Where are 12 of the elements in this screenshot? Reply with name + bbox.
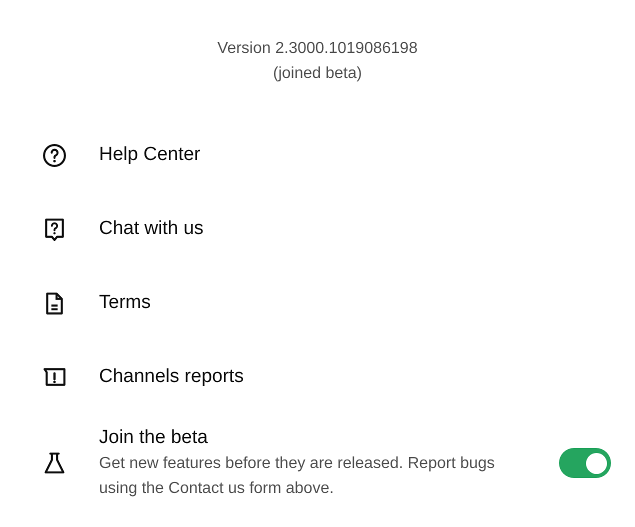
question-icon [42, 142, 67, 168]
menu-item[interactable]: Chat with us [0, 212, 635, 246]
menu-item[interactable]: Help Center [0, 138, 635, 172]
question-bubble-icon [42, 216, 67, 242]
menu-item[interactable]: Channels reports [0, 360, 635, 394]
beta-title: Join the beta [99, 426, 209, 450]
version-text: Version 2.3000.1019086198 [217, 39, 418, 59]
menu-item[interactable]: Terms [0, 286, 635, 320]
beta-description: Get new features before they are released. Report bugs using the Contact us form above. [99, 454, 496, 499]
flask-icon [42, 450, 67, 476]
beta-toggle[interactable] [559, 448, 611, 478]
beta-status-text: (joined beta) [273, 64, 362, 84]
